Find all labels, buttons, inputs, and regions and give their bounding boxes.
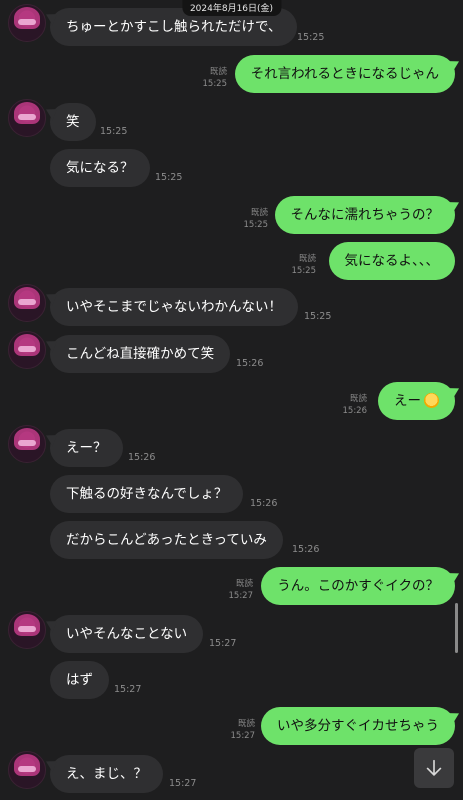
message-bubble-incoming[interactable]: 気になる？ [50, 149, 150, 187]
message-bubble-incoming[interactable]: こんどね直接確かめて笑 [50, 335, 231, 373]
avatar[interactable] [8, 331, 46, 369]
read-receipt: 既読 [237, 719, 255, 729]
avatar[interactable] [8, 425, 46, 463]
message-time: 15:27 [228, 591, 254, 601]
message-meta: 既読 15:27 [231, 718, 256, 742]
avatar[interactable] [8, 4, 46, 42]
message-bubble-outgoing[interactable]: えー [378, 382, 455, 420]
message-time: 15:25 [297, 32, 325, 43]
scroll-to-bottom-button[interactable] [414, 748, 454, 788]
message-bubble-outgoing[interactable]: そんなに濡れちゃうの？ [274, 196, 455, 234]
message-bubble-incoming[interactable]: え、まじ、？ [50, 755, 163, 793]
message-bubble-incoming[interactable]: いやそんなことない [50, 615, 204, 653]
message-bubble-outgoing[interactable]: 気になるよ、、、 [328, 242, 455, 280]
read-receipt: 既読 [209, 67, 227, 77]
message-meta: 既読 15:25 [244, 207, 269, 231]
arrow-down-icon [426, 759, 442, 776]
message-bubble-incoming[interactable]: 笑 [50, 103, 96, 141]
message-bubble-incoming[interactable]: はず [50, 661, 109, 699]
message-time: 15:25 [243, 220, 269, 230]
read-receipt: 既読 [235, 579, 253, 589]
message-time: 15:26 [128, 452, 156, 463]
avatar[interactable] [8, 751, 46, 789]
message-bubble-outgoing[interactable]: それ言われるときになるじゃん [234, 55, 455, 93]
scream-emoji-icon [424, 392, 439, 408]
message-time: 15:27 [230, 731, 256, 741]
message-text: えー [394, 393, 421, 409]
message-meta: 既読 15:27 [229, 578, 254, 602]
message-time: 15:26 [292, 544, 320, 555]
avatar[interactable] [8, 99, 46, 137]
message-time: 15:26 [250, 498, 278, 509]
message-time: 15:26 [342, 406, 368, 416]
message-bubble-incoming[interactable]: 下触るの好きなんでしょ？ [50, 475, 244, 513]
message-meta: 既読 15:25 [203, 66, 228, 90]
date-header: 2024年8月16日(金) [181, 0, 282, 16]
scrollbar[interactable] [455, 603, 458, 653]
avatar[interactable] [8, 284, 46, 322]
read-receipt: 既読 [349, 394, 367, 404]
read-receipt: 既読 [250, 208, 268, 218]
message-time: 15:25 [202, 79, 228, 89]
avatar[interactable] [8, 611, 46, 649]
message-time: 15:27 [114, 684, 142, 695]
message-time: 15:25 [291, 266, 317, 276]
message-time: 15:25 [304, 311, 332, 322]
message-meta: 既読 15:25 [292, 253, 317, 277]
message-time: 15:27 [169, 778, 197, 789]
message-time: 15:27 [209, 638, 237, 649]
message-bubble-incoming[interactable]: いやそこまでじゃないわかんない！ [50, 288, 298, 326]
message-time: 15:25 [100, 126, 128, 137]
message-bubble-outgoing[interactable]: いや多分すぐイカせちゃう [261, 707, 455, 745]
read-receipt: 既読 [298, 254, 316, 264]
message-time: 15:26 [236, 358, 264, 369]
message-time: 15:25 [155, 172, 183, 183]
message-bubble-incoming[interactable]: えー？ [50, 429, 123, 467]
message-meta: 既読 15:26 [343, 393, 368, 417]
message-bubble-outgoing[interactable]: うん。このかすぐイクの？ [261, 567, 455, 605]
message-bubble-incoming[interactable]: だからこんどあったときっていみ [50, 521, 283, 559]
